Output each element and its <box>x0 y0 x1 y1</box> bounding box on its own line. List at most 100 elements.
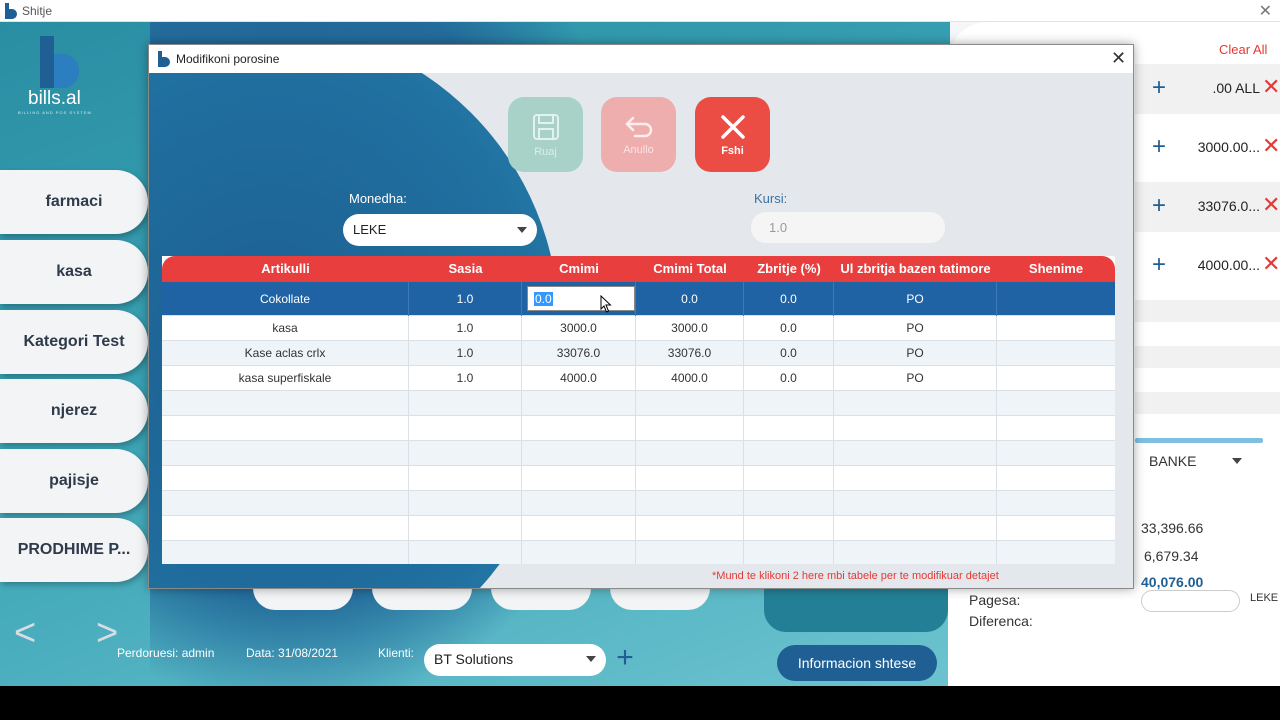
cell-empty[interactable] <box>522 541 636 564</box>
cell-cmimi[interactable]: 3000.0 <box>522 316 636 341</box>
rate-input[interactable]: 1.0 <box>751 212 945 243</box>
remove-icon[interactable]: ✕ <box>1262 135 1280 157</box>
product-button[interactable] <box>491 588 591 610</box>
cell-sasia[interactable]: 1.0 <box>409 282 522 316</box>
cell-empty[interactable] <box>834 541 997 564</box>
cell-empty[interactable] <box>744 441 834 466</box>
cell-artikulli[interactable]: Kase aclas crlx <box>162 341 409 366</box>
clear-all-button[interactable]: Clear All <box>1219 42 1267 57</box>
cell-empty[interactable] <box>636 491 744 516</box>
column-header[interactable]: Ul zbritja bazen tatimore <box>834 256 997 282</box>
plus-icon[interactable]: + <box>1152 192 1166 220</box>
cell-shenime[interactable] <box>997 366 1115 391</box>
cell-artikulli[interactable]: kasa <box>162 316 409 341</box>
cell-empty[interactable] <box>636 416 744 441</box>
currency-select[interactable]: LEKE <box>343 214 537 246</box>
cell-empty[interactable] <box>744 416 834 441</box>
column-header[interactable]: Artikulli <box>162 256 409 282</box>
cell-empty[interactable] <box>744 516 834 541</box>
cell-cmimi-total[interactable]: 33076.0 <box>636 341 744 366</box>
cell-empty[interactable] <box>744 466 834 491</box>
cell-zbritje[interactable]: 0.0 <box>744 366 834 391</box>
cell-sasia[interactable]: 1.0 <box>409 316 522 341</box>
table-row-empty[interactable] <box>162 391 1115 416</box>
cell-empty[interactable] <box>162 441 409 466</box>
order-items-table[interactable]: Artikulli Sasia Cmimi Cmimi Total Zbritj… <box>162 256 1115 564</box>
table-row[interactable]: kasa superfiskale 1.0 4000.0 4000.0 0.0 … <box>162 366 1115 391</box>
pagesa-input[interactable] <box>1141 590 1240 612</box>
cell-empty[interactable] <box>162 541 409 564</box>
category-farmaci[interactable]: farmaci <box>0 170 148 234</box>
cell-empty[interactable] <box>409 391 522 416</box>
cell-empty[interactable] <box>409 491 522 516</box>
product-button[interactable] <box>253 588 353 610</box>
cell-ul-zbritja[interactable]: PO <box>834 341 997 366</box>
add-client-icon[interactable]: + <box>612 643 638 674</box>
cell-empty[interactable] <box>522 441 636 466</box>
product-button[interactable] <box>610 588 710 610</box>
pay-button[interactable] <box>764 588 948 632</box>
cell-empty[interactable] <box>834 416 997 441</box>
cell-empty[interactable] <box>834 391 997 416</box>
payment-method-select[interactable]: BANKE <box>1149 453 1196 469</box>
plus-icon[interactable]: + <box>1152 251 1166 279</box>
table-row[interactable]: Kase aclas crlx 1.0 33076.0 33076.0 0.0 … <box>162 341 1115 366</box>
cell-empty[interactable] <box>162 466 409 491</box>
cell-empty[interactable] <box>834 491 997 516</box>
cell-zbritje[interactable]: 0.0 <box>744 341 834 366</box>
cell-empty[interactable] <box>636 541 744 564</box>
dialog-close-icon[interactable]: ✕ <box>1111 48 1126 69</box>
product-button[interactable] <box>372 588 472 610</box>
table-row-empty[interactable] <box>162 441 1115 466</box>
cell-empty[interactable] <box>409 441 522 466</box>
cart-scrollbar[interactable] <box>1135 438 1263 443</box>
window-close-icon[interactable]: ✕ <box>1259 1 1272 21</box>
cell-ul-zbritja[interactable]: PO <box>834 366 997 391</box>
cell-shenime[interactable] <box>997 341 1115 366</box>
cell-cmimi[interactable]: 33076.0 <box>522 341 636 366</box>
cell-shenime[interactable] <box>997 316 1115 341</box>
category-kasa[interactable]: kasa <box>0 240 148 304</box>
cell-empty[interactable] <box>409 416 522 441</box>
chevron-down-icon[interactable] <box>1232 458 1242 464</box>
cell-empty[interactable] <box>834 516 997 541</box>
category-njerez[interactable]: njerez <box>0 379 148 443</box>
delete-button[interactable]: Fshi <box>695 97 770 172</box>
cell-artikulli[interactable]: Cokollate <box>162 282 409 316</box>
cell-zbritje[interactable]: 0.0 <box>744 282 834 316</box>
remove-icon[interactable]: ✕ <box>1262 194 1280 216</box>
cell-empty[interactable] <box>522 391 636 416</box>
column-header[interactable]: Cmimi Total <box>636 256 744 282</box>
prev-page-icon[interactable]: < <box>14 612 36 655</box>
cell-sasia[interactable]: 1.0 <box>409 341 522 366</box>
cell-empty[interactable] <box>744 391 834 416</box>
cell-empty[interactable] <box>522 491 636 516</box>
cell-empty[interactable] <box>636 391 744 416</box>
column-header[interactable]: Sasia <box>409 256 522 282</box>
cell-empty[interactable] <box>522 466 636 491</box>
cell-cmimi-total[interactable]: 0.0 <box>636 282 744 316</box>
cell-empty[interactable] <box>636 466 744 491</box>
table-row-empty[interactable] <box>162 491 1115 516</box>
cell-cmimi-total[interactable]: 4000.0 <box>636 366 744 391</box>
table-row-selected[interactable]: Cokollate 1.0 0.0 0.0 PO 0.0 <box>162 282 1115 316</box>
table-row-empty[interactable] <box>162 466 1115 491</box>
cell-cmimi[interactable]: 4000.0 <box>522 366 636 391</box>
cell-empty[interactable] <box>162 391 409 416</box>
cell-empty[interactable] <box>636 516 744 541</box>
client-select[interactable]: BT Solutions <box>424 644 606 676</box>
save-button[interactable]: Ruaj <box>508 97 583 172</box>
remove-icon[interactable]: ✕ <box>1262 76 1280 98</box>
cell-empty[interactable] <box>162 416 409 441</box>
table-row[interactable]: kasa 1.0 3000.0 3000.0 0.0 PO <box>162 316 1115 341</box>
table-row-empty[interactable] <box>162 516 1115 541</box>
cell-empty[interactable] <box>162 491 409 516</box>
cell-empty[interactable] <box>834 466 997 491</box>
cancel-button[interactable]: Anullo <box>601 97 676 172</box>
category-pajisje[interactable]: pajisje <box>0 449 148 513</box>
category-prodhime[interactable]: PRODHIME P... <box>0 518 148 582</box>
cell-empty[interactable] <box>162 516 409 541</box>
cell-editor-input[interactable]: 0.0 <box>527 286 635 311</box>
column-header[interactable]: Shenime <box>997 256 1115 282</box>
next-page-icon[interactable]: > <box>96 612 118 655</box>
